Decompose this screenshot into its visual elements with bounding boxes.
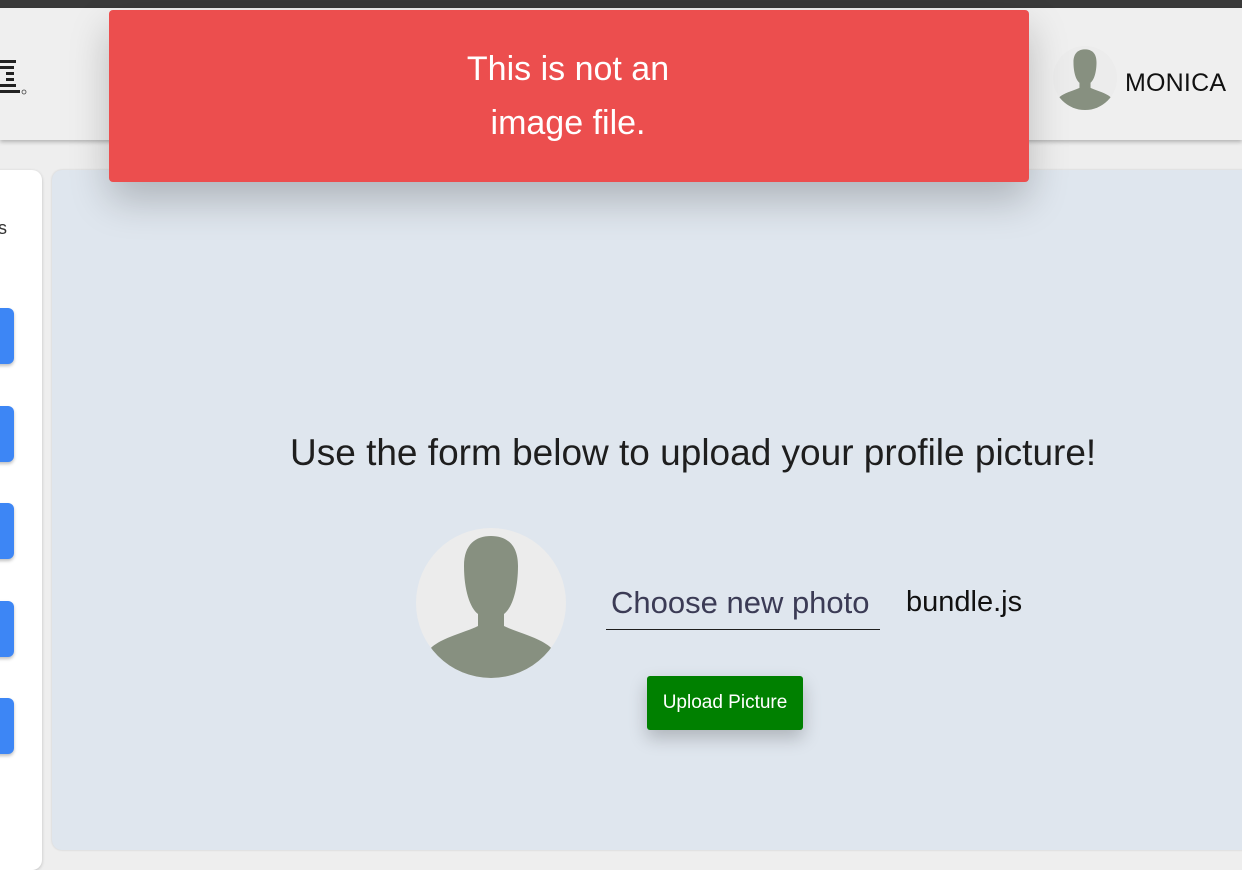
choose-photo-label: Choose new photo bbox=[611, 585, 870, 620]
main-panel bbox=[52, 170, 1242, 850]
toast-message-line-2: image file. bbox=[490, 104, 646, 142]
choose-photo-button[interactable]: Choose new photo bbox=[606, 583, 880, 630]
user-name[interactable]: MONICA bbox=[1125, 69, 1226, 98]
brand-logo-icon bbox=[0, 60, 27, 95]
profile-picture-preview bbox=[416, 528, 566, 678]
toast-message-line-1: This is not an bbox=[466, 50, 670, 88]
sidebar-partial-label: s bbox=[0, 218, 7, 238]
sidebar-button-5[interactable] bbox=[0, 698, 14, 754]
sidebar-button-1[interactable] bbox=[0, 308, 14, 364]
upload-prompt: Use the form below to upload your profil… bbox=[290, 432, 1097, 473]
person-silhouette-icon bbox=[1053, 49, 1117, 110]
selected-file-name: bundle.js bbox=[906, 586, 1023, 618]
upload-picture-button[interactable]: Upload Picture bbox=[647, 676, 803, 730]
sidebar-button-4[interactable] bbox=[0, 601, 14, 657]
user-avatar[interactable] bbox=[1053, 46, 1117, 110]
sidebar-button-2[interactable] bbox=[0, 406, 14, 462]
browser-top-strip bbox=[0, 0, 1242, 8]
person-silhouette-icon bbox=[416, 536, 566, 678]
sidebar-button-3[interactable] bbox=[0, 503, 14, 559]
error-toast[interactable]: This is not an image file. bbox=[109, 10, 1029, 182]
